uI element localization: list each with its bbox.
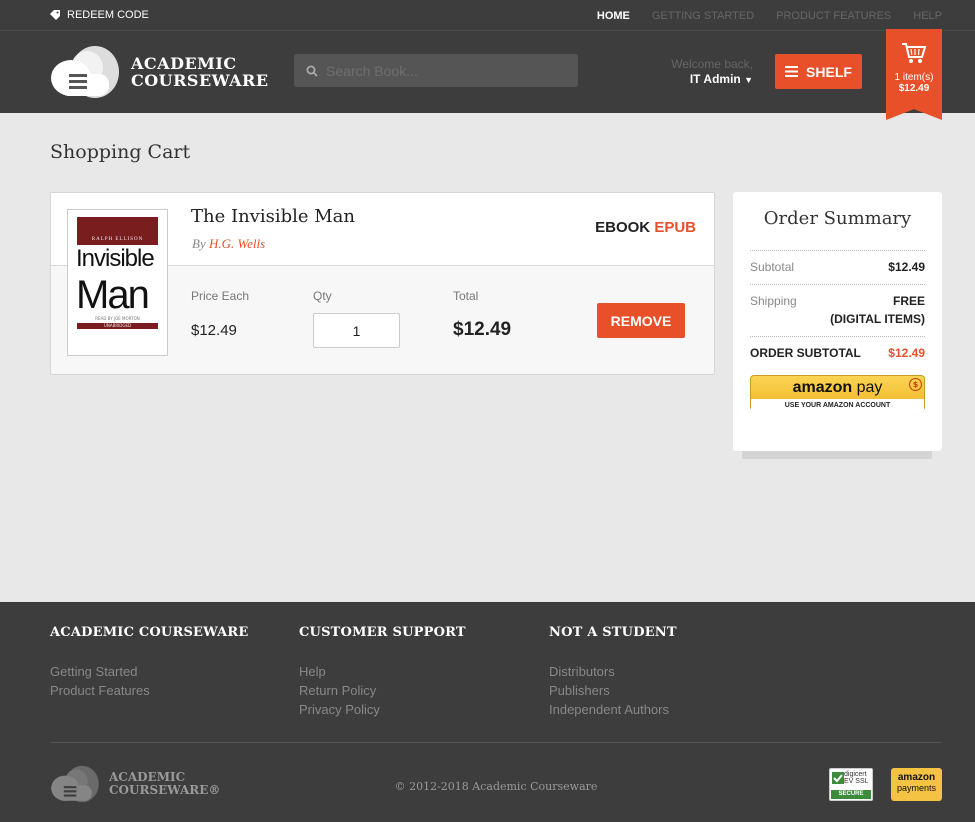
user-name: IT Admin bbox=[689, 72, 741, 86]
footer-link-distributors[interactable]: Distributors bbox=[549, 662, 677, 681]
shipping-label: Shipping bbox=[750, 294, 797, 308]
cover-title-2: Man bbox=[76, 273, 150, 317]
footer-col-academic: ACADEMIC COURSEWARE Getting Started Prod… bbox=[50, 625, 249, 700]
logo-line-2: COURSEWARE bbox=[131, 71, 269, 90]
search-box bbox=[294, 54, 578, 87]
footer-link-publishers[interactable]: Publishers bbox=[549, 681, 677, 700]
logo-line-1: ACADEMIC bbox=[131, 54, 237, 73]
summary-order-subtotal-row: ORDER SUBTOTAL $12.49 bbox=[750, 336, 925, 370]
cart-items-count: 1 item(s) bbox=[894, 72, 934, 83]
search-icon bbox=[306, 65, 318, 77]
footer-col-support: CUSTOMER SUPPORT Help Return Policy Priv… bbox=[299, 625, 466, 719]
book-format: EBOOK EPUB bbox=[595, 219, 696, 236]
caret-down-icon: ▼ bbox=[744, 75, 753, 85]
redeem-code-label: REDEEM CODE bbox=[67, 9, 149, 21]
search-input[interactable] bbox=[326, 62, 566, 79]
cover-author: RALPH ELLISON bbox=[77, 217, 158, 245]
top-bar: REDEEM CODE HOME GETTING STARTED PRODUCT… bbox=[0, 0, 975, 31]
nav-help[interactable]: HELP bbox=[913, 10, 942, 22]
amazon-pay-word1: amazon bbox=[792, 379, 853, 396]
format-type: EBOOK bbox=[595, 219, 651, 236]
nav-getting-started[interactable]: GETTING STARTED bbox=[652, 10, 754, 22]
summary-shipping-row: Shipping FREE (DIGITAL ITEMS) bbox=[750, 284, 925, 336]
digicert-check-icon bbox=[832, 772, 844, 784]
footer-col-not-student: NOT A STUDENT Distributors Publishers In… bbox=[549, 625, 677, 719]
amazon-payments-line-2: payments bbox=[896, 783, 937, 793]
page-title: Shopping Cart bbox=[50, 141, 191, 163]
order-summary-title: Order Summary bbox=[763, 208, 912, 229]
footer-link-help[interactable]: Help bbox=[299, 662, 466, 681]
amazon-payments-line-1: amazon bbox=[897, 772, 936, 783]
remove-button[interactable]: REMOVE bbox=[597, 303, 685, 338]
user-menu[interactable]: Welcome back, IT Admin ▼ bbox=[671, 57, 753, 86]
welcome-label: Welcome back, bbox=[671, 57, 753, 71]
qty-input[interactable] bbox=[313, 313, 400, 348]
cover-narrator: READ BY JOE MORTON bbox=[95, 316, 140, 321]
order-subtotal-value: $12.49 bbox=[888, 346, 925, 360]
footer-link-return-policy[interactable]: Return Policy bbox=[299, 681, 466, 700]
format-name: EPUB bbox=[654, 219, 696, 236]
order-summary: Order Summary Subtotal $12.49 Shipping F… bbox=[733, 192, 942, 451]
redeem-code-link[interactable]: REDEEM CODE bbox=[49, 9, 149, 21]
amazon-pay-subtext: USE YOUR AMAZON ACCOUNT bbox=[751, 399, 924, 412]
amazon-pay-word2: pay bbox=[856, 379, 883, 396]
cart-total: $12.49 bbox=[898, 83, 930, 94]
cover-unabridged: UNABRIDGED bbox=[103, 323, 132, 328]
amazon-coin-icon: $ bbox=[909, 378, 922, 391]
cover-unabridged-band: UNABRIDGED bbox=[77, 323, 158, 329]
summary-shadow bbox=[742, 451, 932, 459]
cover-title-1: Invisible bbox=[76, 245, 155, 272]
total-value: $12.49 bbox=[453, 319, 512, 340]
digicert-line-1: digicert bbox=[844, 771, 867, 778]
site-footer: ACADEMIC COURSEWARE Getting Started Prod… bbox=[0, 602, 975, 822]
cloud-logo-icon bbox=[51, 46, 119, 98]
shelf-label: SHELF bbox=[806, 63, 852, 80]
shelf-button[interactable]: SHELF bbox=[775, 54, 862, 89]
author-link[interactable]: H.G. Wells bbox=[209, 236, 265, 251]
site-logo[interactable]: ACADEMIC COURSEWARE bbox=[49, 42, 269, 102]
shipping-value: FREE bbox=[892, 294, 925, 308]
digicert-line-2: EV SSL bbox=[844, 778, 869, 785]
order-subtotal-label: ORDER SUBTOTAL bbox=[750, 346, 861, 360]
footer-col-title: NOT A STUDENT bbox=[549, 625, 677, 640]
book-cover[interactable]: RALPH ELLISON Invisible Man READ BY JOE … bbox=[67, 209, 168, 356]
footer-link-getting-started[interactable]: Getting Started bbox=[50, 662, 249, 681]
cart-badge[interactable]: 1 item(s) $12.49 bbox=[886, 29, 942, 120]
main-header: ACADEMIC COURSEWARE Welcome back, IT Adm… bbox=[0, 29, 975, 120]
digicert-secure: SECURE bbox=[831, 790, 871, 799]
total-label: Total bbox=[453, 289, 479, 303]
amazon-pay-button[interactable]: amazon pay $ USE YOUR AMAZON ACCOUNT bbox=[750, 375, 925, 412]
cart-icon bbox=[902, 43, 927, 63]
summary-subtotal-row: Subtotal $12.49 bbox=[750, 250, 925, 284]
nav-home[interactable]: HOME bbox=[597, 10, 630, 22]
digicert-badge[interactable]: digicert EV SSL SECURE bbox=[829, 768, 873, 801]
footer-divider bbox=[50, 742, 942, 743]
cart-item-card: RALPH ELLISON Invisible Man READ BY JOE … bbox=[50, 192, 715, 375]
footer-col-title: ACADEMIC COURSEWARE bbox=[50, 625, 249, 640]
footer-link-product-features[interactable]: Product Features bbox=[50, 681, 249, 700]
footer-link-independent-authors[interactable]: Independent Authors bbox=[549, 700, 677, 719]
qty-label: Qty bbox=[313, 289, 332, 303]
top-nav: HOME GETTING STARTED PRODUCT FEATURES HE… bbox=[597, 10, 942, 22]
menu-icon bbox=[785, 66, 799, 77]
tag-icon bbox=[50, 10, 60, 20]
nav-product-features[interactable]: PRODUCT FEATURES bbox=[776, 10, 891, 22]
shipping-note: (DIGITAL ITEMS) bbox=[830, 312, 925, 326]
footer-link-privacy-policy[interactable]: Privacy Policy bbox=[299, 700, 466, 719]
subtotal-value: $12.49 bbox=[888, 260, 925, 274]
price-each-label: Price Each bbox=[191, 289, 250, 303]
book-title[interactable]: The Invisible Man bbox=[191, 206, 355, 227]
price-each-value: $12.49 bbox=[191, 322, 237, 339]
subtotal-label: Subtotal bbox=[750, 260, 795, 274]
footer-col-title: CUSTOMER SUPPORT bbox=[299, 625, 466, 640]
book-author: By H.G. Wells bbox=[192, 236, 265, 252]
amazon-payments-badge[interactable]: amazon payments bbox=[891, 768, 942, 801]
author-prefix: By bbox=[192, 236, 206, 251]
